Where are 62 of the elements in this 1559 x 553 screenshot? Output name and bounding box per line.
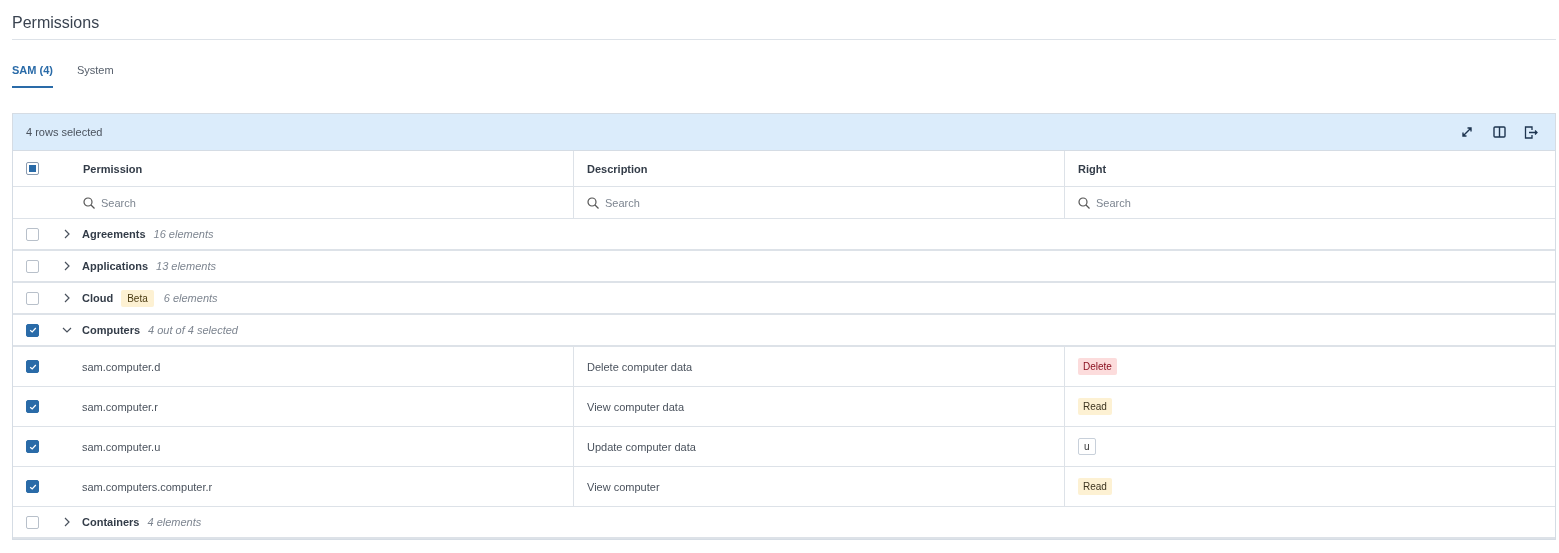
permission-name: sam.computers.computer.r bbox=[82, 480, 213, 493]
checkbox[interactable] bbox=[26, 259, 39, 273]
search-input[interactable]: Search bbox=[101, 196, 301, 209]
chevron-icon[interactable] bbox=[62, 229, 72, 239]
checkmark-icon bbox=[28, 326, 37, 334]
permission-name: sam.computer.u bbox=[82, 440, 161, 453]
group-name: Computers bbox=[82, 324, 141, 336]
group-count: 6 elements bbox=[163, 292, 218, 304]
group-name: Containers bbox=[82, 516, 140, 528]
selection-count: 4 rows selected bbox=[26, 126, 103, 138]
permission-description: View computer data bbox=[587, 400, 685, 413]
checkbox[interactable] bbox=[26, 323, 39, 337]
checkbox[interactable] bbox=[26, 440, 39, 453]
permission-description: Update computer data bbox=[587, 440, 696, 453]
checkbox[interactable] bbox=[26, 515, 39, 529]
checkbox[interactable] bbox=[26, 400, 39, 413]
checkmark-icon bbox=[28, 402, 37, 411]
right-tag: u bbox=[1078, 438, 1096, 455]
checkbox[interactable] bbox=[26, 360, 39, 373]
beta-tag: Beta bbox=[121, 289, 154, 307]
checkbox[interactable] bbox=[26, 291, 39, 305]
search-icon bbox=[587, 196, 599, 209]
tab[interactable]: System bbox=[76, 62, 114, 88]
export-icon[interactable] bbox=[1523, 124, 1539, 140]
group-count: 13 elements bbox=[156, 260, 216, 272]
expand-icon[interactable] bbox=[1459, 124, 1475, 140]
search-input[interactable]: Search bbox=[605, 196, 805, 209]
group-count: 4 out of 4 selected bbox=[148, 324, 238, 336]
group-name: Agreements bbox=[82, 228, 146, 240]
search-field[interactable]: Search bbox=[1078, 196, 1555, 209]
chevron-icon[interactable] bbox=[62, 325, 72, 335]
checkmark-icon bbox=[28, 362, 37, 371]
search-field[interactable]: Search bbox=[83, 196, 573, 209]
tab[interactable]: SAM (4) bbox=[12, 62, 53, 88]
checkmark-icon bbox=[28, 482, 37, 491]
page-title: Permissions bbox=[12, 0, 1556, 40]
column-header[interactable]: Description bbox=[587, 162, 648, 175]
permission-description: View computer bbox=[587, 480, 660, 493]
columns-icon[interactable] bbox=[1491, 124, 1507, 140]
column-header[interactable]: Permission bbox=[83, 162, 143, 175]
right-tag: Read bbox=[1078, 478, 1112, 495]
checkbox[interactable] bbox=[26, 480, 39, 493]
search-input[interactable]: Search bbox=[1096, 196, 1296, 209]
group-count: 4 elements bbox=[147, 516, 202, 528]
chevron-icon[interactable] bbox=[62, 293, 72, 303]
search-field[interactable]: Search bbox=[587, 196, 1064, 209]
select-all-checkbox[interactable] bbox=[26, 162, 39, 175]
search-icon bbox=[1078, 196, 1090, 209]
chevron-icon[interactable] bbox=[62, 261, 72, 271]
search-icon bbox=[83, 196, 95, 209]
chevron-icon[interactable] bbox=[62, 517, 72, 527]
right-tag: Delete bbox=[1078, 358, 1117, 375]
group-name: Applications bbox=[82, 260, 148, 272]
right-tag: Read bbox=[1078, 398, 1112, 415]
checkmark-icon bbox=[28, 442, 37, 451]
permission-name: sam.computer.d bbox=[82, 360, 161, 373]
group-name: Cloud bbox=[82, 292, 114, 304]
column-header[interactable]: Right bbox=[1078, 162, 1107, 175]
checkbox[interactable] bbox=[26, 227, 39, 241]
permission-description: Delete computer data bbox=[587, 360, 693, 373]
permission-name: sam.computer.r bbox=[82, 400, 158, 413]
group-count: 16 elements bbox=[153, 228, 214, 240]
